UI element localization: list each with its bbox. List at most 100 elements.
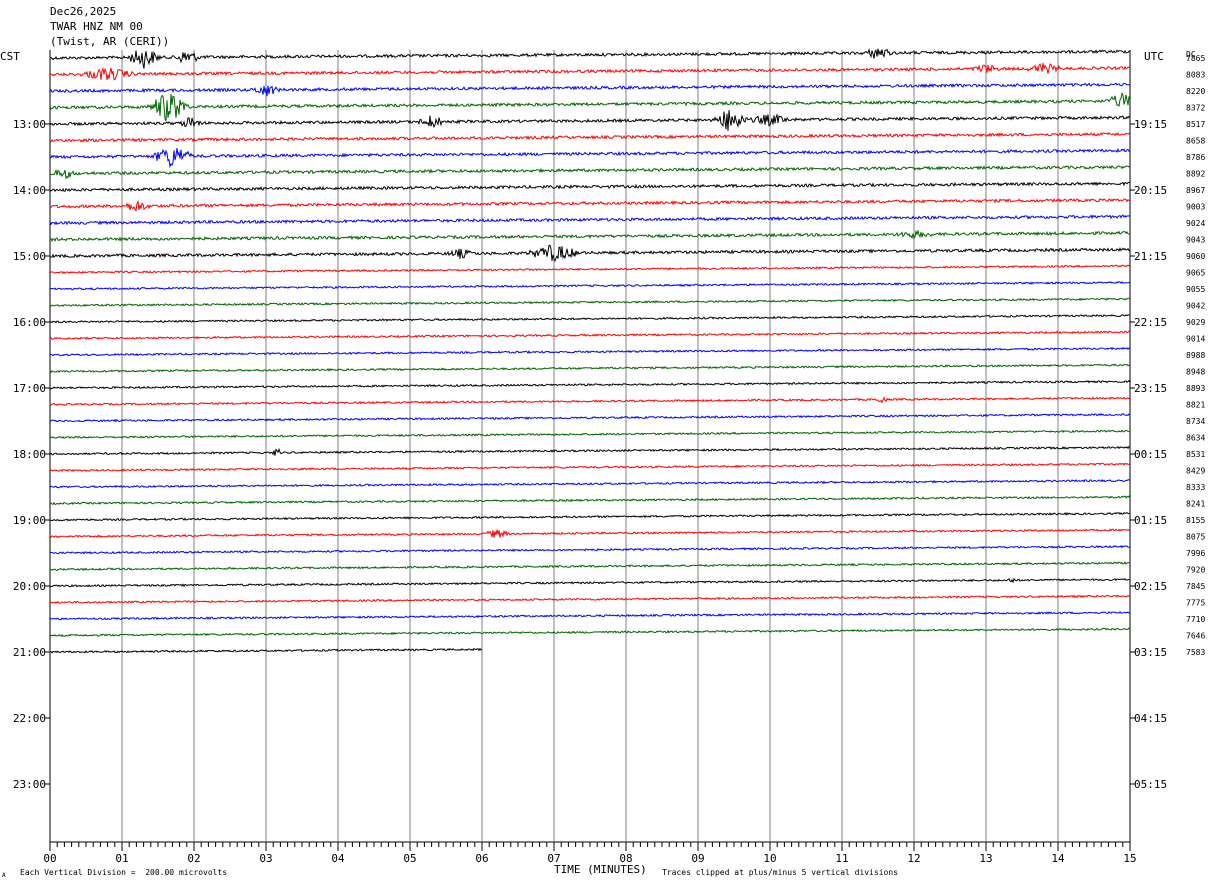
dc-offset-label: 8967: [1186, 186, 1205, 195]
dc-offset-label: 9042: [1186, 302, 1205, 311]
x-tick-label: 01: [115, 852, 128, 865]
dc-offset-label: 8517: [1186, 120, 1205, 129]
seismic-trace: [49, 82, 1130, 97]
left-hour-label: 18:00: [13, 448, 46, 461]
corner-mark: A: [2, 872, 6, 879]
dc-offset-label: 8333: [1186, 483, 1205, 492]
seismic-trace: [49, 346, 1131, 357]
left-hour-label: 23:00: [13, 778, 46, 791]
seismic-trace: [49, 131, 1131, 143]
x-tick-label: 13: [979, 852, 992, 865]
dc-offset-label: 7865: [1186, 54, 1205, 63]
left-hour-label: 22:00: [13, 712, 46, 725]
dc-offset-label: 8075: [1186, 533, 1205, 542]
seismic-trace: [49, 627, 1131, 637]
division-note: Each Vertical Division = 200.00 microvol…: [20, 868, 228, 877]
right-hour-label: 04:15: [1134, 712, 1167, 725]
dc-offset-label: 8429: [1186, 467, 1205, 476]
dc-offset-label: 8892: [1186, 170, 1205, 179]
seismic-trace: [49, 330, 1131, 341]
left-hour-label: 17:00: [13, 382, 46, 395]
seismic-trace: [49, 379, 1131, 390]
dc-offset-label: 8786: [1186, 153, 1205, 162]
dc-offset-label: 7845: [1186, 582, 1205, 591]
seismic-trace: [49, 577, 1131, 588]
seismic-trace: [49, 110, 1131, 131]
dc-offset-label: 7710: [1186, 615, 1205, 624]
right-hour-label: 02:15: [1134, 580, 1167, 593]
right-hour-label: 01:15: [1134, 514, 1167, 527]
x-tick-label: 11: [835, 852, 848, 865]
left-hour-label: 16:00: [13, 316, 46, 329]
x-tick-label: 04: [331, 852, 345, 865]
left-hour-label: 20:00: [13, 580, 46, 593]
dc-offset-label: 8372: [1186, 104, 1205, 113]
dc-offset-label: 8658: [1186, 137, 1205, 146]
seismic-trace: [49, 91, 1131, 122]
seismic-trace: [49, 363, 1131, 374]
dc-offset-label: 9060: [1186, 252, 1205, 261]
x-tick-label: 02: [187, 852, 200, 865]
right-hour-label: 21:15: [1134, 250, 1167, 263]
seismic-trace: [49, 214, 1131, 226]
dc-offset-label: 8734: [1186, 417, 1205, 426]
seismic-trace: [50, 512, 1131, 522]
right-hour-label: 23:15: [1134, 382, 1167, 395]
dc-offset-label: 8220: [1186, 87, 1205, 96]
seismic-trace: [49, 462, 1131, 472]
dc-offset-label: 7775: [1186, 599, 1205, 608]
dc-offset-label: 9003: [1186, 203, 1205, 212]
seismic-trace: [49, 528, 1131, 539]
dc-offset-label: 8821: [1186, 401, 1205, 410]
seismic-trace: [49, 610, 1131, 621]
dc-offset-label: 9055: [1186, 285, 1205, 294]
seismic-trace: [49, 429, 1131, 440]
dc-offset-label: 8531: [1186, 450, 1205, 459]
dc-offset-label: 9043: [1186, 236, 1205, 245]
seismic-trace: [49, 445, 1131, 456]
left-hour-label: 13:00: [13, 118, 46, 131]
x-axis-title: TIME (MINUTES): [554, 863, 647, 876]
left-hour-label: 14:00: [13, 184, 46, 197]
seismic-trace: [49, 181, 1130, 193]
left-hour-label: 19:00: [13, 514, 46, 527]
seismic-trace: [49, 495, 1131, 506]
x-tick-label: 14: [1051, 852, 1065, 865]
left-hour-label: 15:00: [13, 250, 46, 263]
x-tick-label: 15: [1123, 852, 1136, 865]
seismic-trace: [49, 479, 1131, 489]
seismic-trace: [49, 165, 1131, 180]
seismic-trace: [49, 62, 1131, 81]
right-hour-label: 19:15: [1134, 118, 1167, 131]
dc-offset-label: 9024: [1186, 219, 1205, 228]
seismic-trace: [49, 229, 1131, 243]
seismic-trace: [49, 244, 1131, 263]
dc-offset-label: 8988: [1186, 351, 1205, 360]
dc-offset-label: 9014: [1186, 335, 1205, 344]
right-hour-label: 20:15: [1134, 184, 1167, 197]
left-hour-label: 21:00: [13, 646, 46, 659]
seismic-trace: [49, 147, 1131, 169]
seismic-trace: [49, 297, 1131, 307]
dc-offset-label: 7583: [1186, 648, 1205, 657]
right-hour-label: 22:15: [1134, 316, 1167, 329]
dc-offset-label: 8634: [1186, 434, 1205, 443]
seismic-trace: [49, 412, 1131, 423]
x-tick-label: 06: [475, 852, 488, 865]
x-tick-label: 09: [691, 852, 704, 865]
x-tick-label: 03: [259, 852, 272, 865]
clip-note: Traces clipped at plus/minus 5 vertical …: [662, 868, 899, 877]
dc-offset-label: 8241: [1186, 500, 1205, 509]
dc-offset-label: 7996: [1186, 549, 1205, 558]
x-tick-label: 00: [43, 852, 56, 865]
seismic-trace: [49, 280, 1131, 291]
seismic-trace: [49, 314, 1131, 324]
seismic-trace: [49, 396, 1131, 406]
right-hour-label: 00:15: [1134, 448, 1167, 461]
seismic-trace: [49, 561, 1130, 571]
right-hour-label: 05:15: [1134, 778, 1167, 791]
seismic-trace: [49, 47, 1131, 69]
dc-offset-label: 8948: [1186, 368, 1205, 377]
helicorder-chart: 00 01 02 03 04 05 06 07 08 09 10 11 12 13 14 1513:00 19:…: [13, 47, 1205, 865]
seismic-trace: [49, 594, 1131, 604]
